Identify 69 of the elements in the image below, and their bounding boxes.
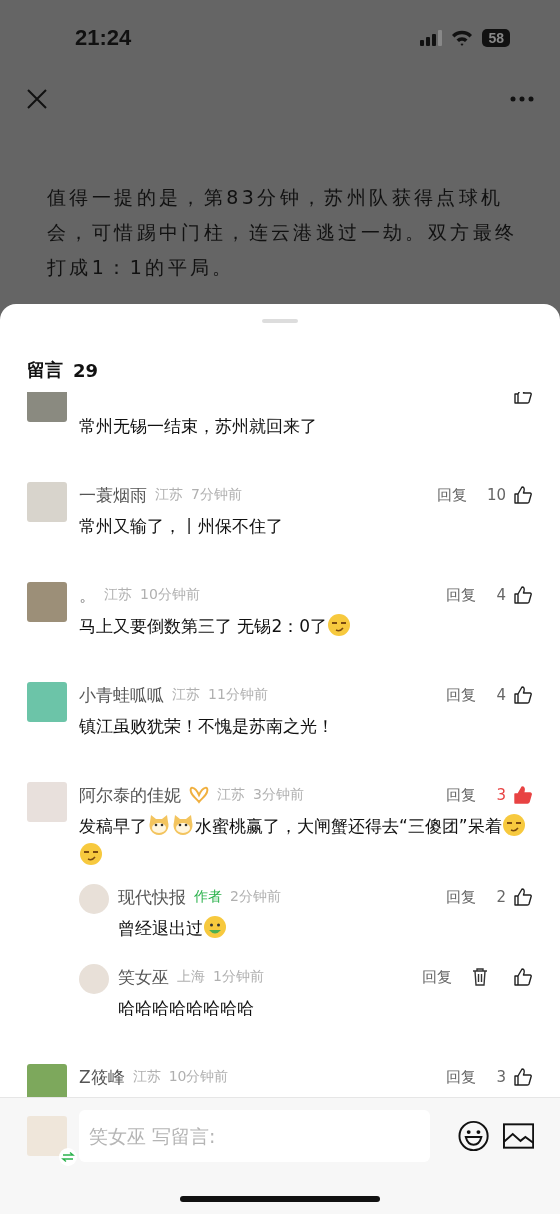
comment-location: 上海: [177, 968, 205, 986]
user-name[interactable]: 阿尔泰的佳妮: [79, 783, 181, 807]
comment-time: 11分钟前: [208, 686, 268, 704]
author-tag: 作者: [194, 888, 222, 906]
user-name[interactable]: 现代快报: [118, 885, 186, 909]
article-paragraph: 值得一提的是，第83分钟，苏州队获得点球机会，可惜踢中门柱，连云港逃过一劫。双方最终打成1：1的平局。: [47, 185, 519, 280]
user-name[interactable]: 。: [79, 583, 96, 607]
thumbs-up-icon[interactable]: [514, 1068, 532, 1086]
emoji-icon[interactable]: [457, 1120, 489, 1152]
swap-icon[interactable]: [59, 1148, 77, 1166]
thumbs-up-icon[interactable]: [514, 686, 532, 704]
comment-location: 江苏: [132, 1068, 161, 1086]
reply-link[interactable]: 回复: [446, 1067, 477, 1087]
like-count: 3: [496, 1068, 506, 1086]
user-name[interactable]: 笑女巫: [118, 965, 169, 989]
like-count: 4: [496, 686, 506, 704]
grinning-face-emoji-icon: [203, 915, 227, 939]
comment-time: 3分钟前: [253, 786, 304, 804]
comment-text: 常州又输了，丨州保不住了: [79, 515, 284, 538]
reply-link[interactable]: 回复: [446, 685, 477, 705]
comment-text: 哈哈哈哈哈哈哈哈: [118, 997, 255, 1020]
status-time: 21:24: [75, 24, 132, 51]
like-count: 2: [496, 888, 506, 906]
user-name[interactable]: Z筱峰: [79, 1065, 125, 1089]
reply-link[interactable]: 回复: [446, 887, 477, 907]
comment-text: 镇江虽败犹荣！不愧是苏南之光！: [79, 715, 335, 738]
close-icon[interactable]: [27, 88, 47, 109]
like-count: 3: [496, 786, 506, 804]
smirking-face-emoji-icon: [327, 613, 352, 637]
wifi-icon: [450, 28, 475, 47]
signal-icon: [420, 29, 443, 46]
dog-face-emoji-icon: [171, 813, 195, 837]
comment-input[interactable]: 笑女巫 写留言:: [79, 1110, 430, 1162]
thumbs-up-icon[interactable]: [514, 786, 532, 804]
image-icon[interactable]: [502, 1123, 534, 1149]
dog-face-emoji-icon: [147, 813, 171, 837]
thumbs-up-icon[interactable]: [514, 486, 532, 504]
comment-time: 10分钟前: [168, 1068, 229, 1086]
battery-level: 58: [482, 28, 510, 47]
smirking-face-emoji-icon: [79, 842, 103, 866]
comments-title: 留言: [27, 358, 63, 382]
comment-location: 江苏: [104, 586, 132, 604]
reply-link[interactable]: 回复: [422, 967, 452, 987]
thumbs-up-icon[interactable]: [514, 586, 532, 604]
reply-link[interactable]: 回复: [436, 485, 467, 505]
comment-location: 江苏: [172, 686, 200, 704]
more-icon[interactable]: [510, 95, 534, 102]
comments-count: 29: [73, 359, 99, 381]
comment-time: 2分钟前: [230, 888, 281, 906]
comment-time: 7分钟前: [191, 486, 242, 504]
smirking-face-emoji-icon: [501, 813, 526, 837]
reply-link[interactable]: 回复: [446, 585, 477, 605]
reply-link[interactable]: 回复: [446, 785, 477, 805]
comment-text: 马上又要倒数第三了 无锡2：0了: [79, 612, 532, 641]
comment-text: 曾经退出过: [118, 914, 532, 943]
trash-icon[interactable]: [472, 968, 488, 986]
comment-text: 常州无锡一结束，苏州就回来了: [79, 415, 318, 438]
sheet-handle[interactable]: [262, 319, 298, 323]
comment-time: 1分钟前: [213, 968, 264, 986]
user-name[interactable]: 小青蛙呱呱: [79, 683, 164, 707]
user-name[interactable]: 一蓑烟雨: [79, 483, 147, 507]
comment-location: 江苏: [217, 786, 245, 804]
like-count: 4: [496, 586, 506, 604]
comment-location: 江苏: [155, 486, 183, 504]
like-count: 10: [486, 486, 506, 504]
comment-time: 10分钟前: [140, 586, 200, 604]
thumbs-up-icon[interactable]: [514, 968, 532, 986]
thumbs-up-icon[interactable]: [514, 888, 532, 906]
comment-text: 发稿早了 水蜜桃赢了，大闸蟹还得去“三傻团”呆着: [79, 812, 532, 870]
